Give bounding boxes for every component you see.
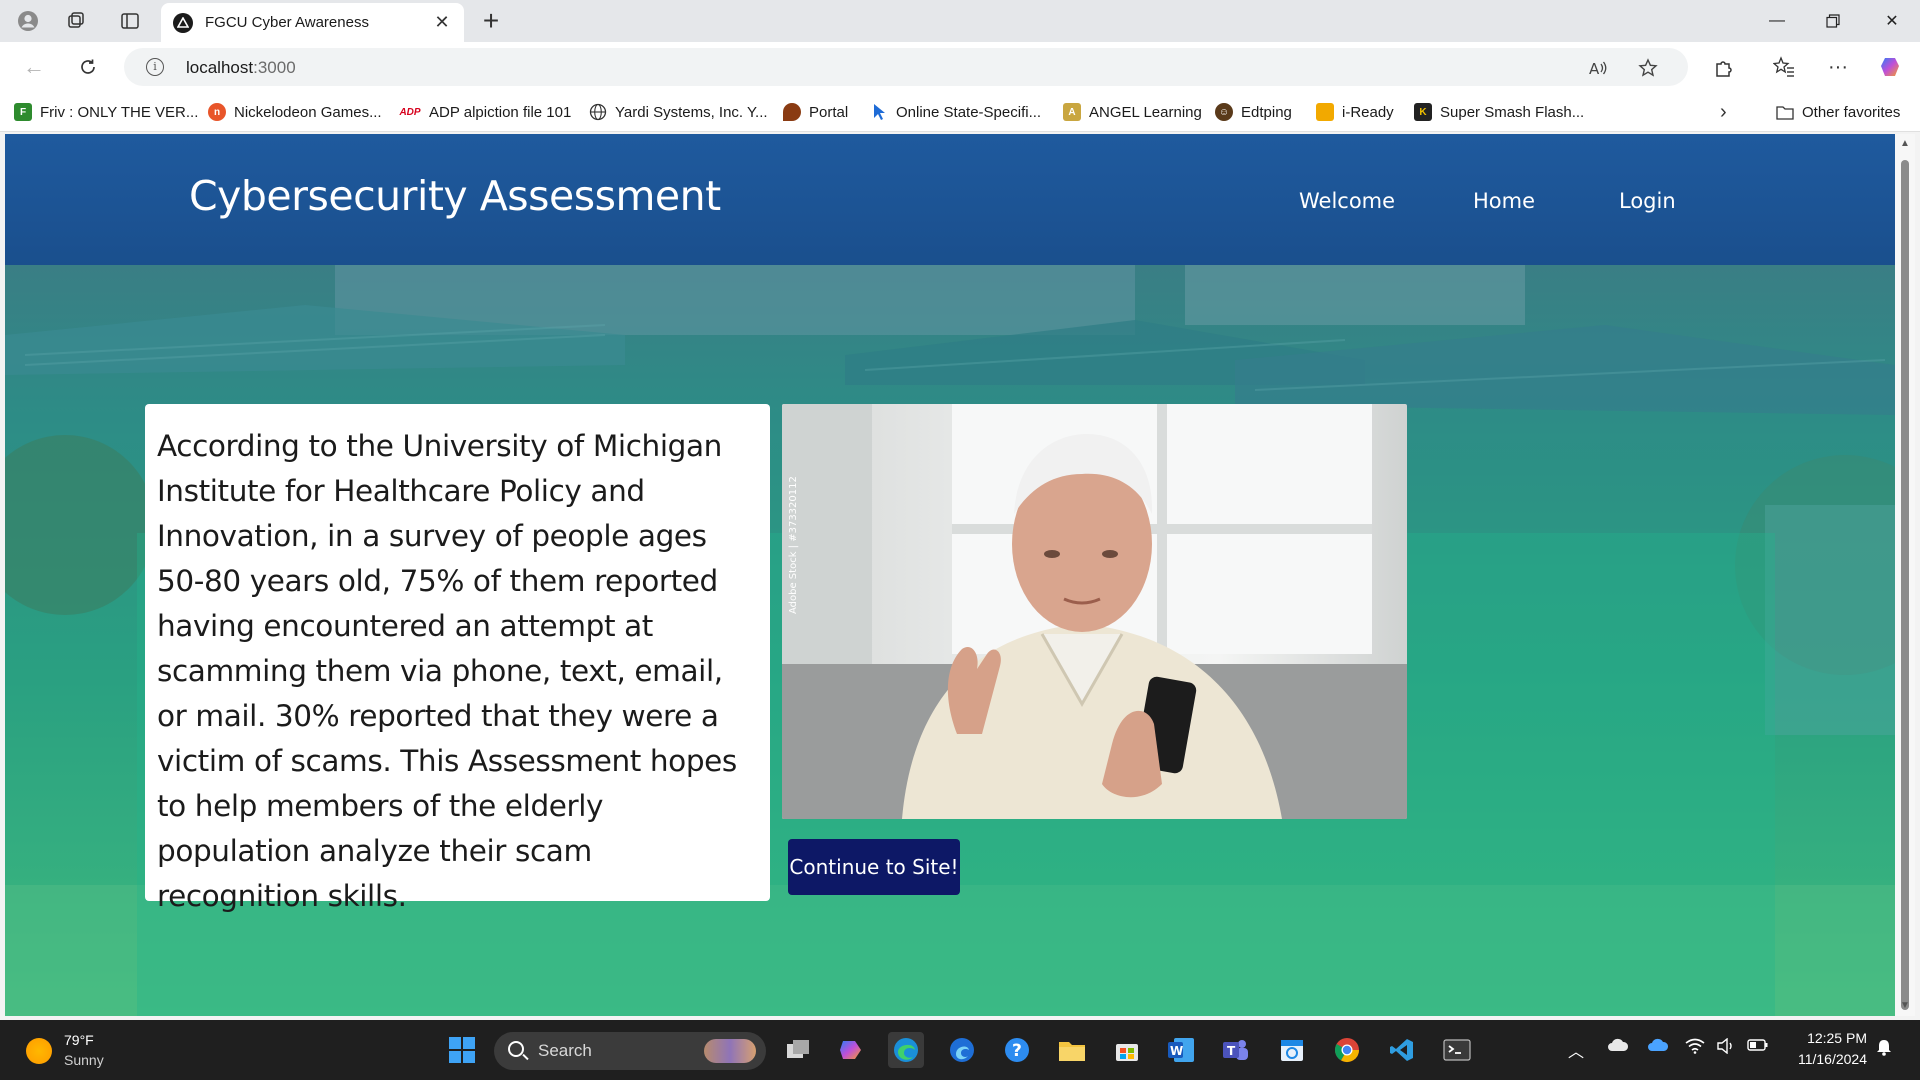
nickelodeon-icon: n xyxy=(208,103,226,121)
active-tab[interactable]: FGCU Cyber Awareness ✕ xyxy=(161,3,464,42)
scroll-down-icon[interactable]: ▼ xyxy=(1899,1000,1911,1012)
angel-icon: A xyxy=(1063,103,1081,121)
new-tab-button[interactable]: + xyxy=(476,5,506,36)
volume-icon[interactable] xyxy=(1716,1037,1736,1059)
bookmarks-overflow-chevron-icon[interactable]: › xyxy=(1720,101,1727,123)
page-scrollbar[interactable]: ▲ ▼ xyxy=(1895,134,1915,1016)
svg-text:W: W xyxy=(1170,1044,1183,1058)
vscode-taskbar-icon[interactable] xyxy=(1384,1032,1420,1068)
copilot-taskbar-icon[interactable] xyxy=(834,1032,870,1068)
site-header: Cybersecurity Assessment Welcome Home Lo… xyxy=(5,134,1895,265)
friv-icon: F xyxy=(14,103,32,121)
edtping-icon: ☺ xyxy=(1215,103,1233,121)
tab-strip: FGCU Cyber Awareness ✕ + — ✕ xyxy=(0,0,1920,42)
read-aloud-icon[interactable]: A xyxy=(1584,54,1612,82)
refresh-button[interactable] xyxy=(72,51,104,83)
adp-icon: ADP xyxy=(399,103,421,121)
weather-temperature[interactable]: 79°F xyxy=(64,1032,94,1048)
bookmark-portal[interactable]: Portal xyxy=(783,101,848,123)
bookmark-super-smash-flash[interactable]: K Super Smash Flash... xyxy=(1414,101,1584,123)
profile-icon[interactable] xyxy=(14,7,42,35)
close-window-button[interactable]: ✕ xyxy=(1864,0,1920,42)
wifi-icon[interactable] xyxy=(1685,1038,1705,1059)
vertical-tabs-icon[interactable] xyxy=(116,7,144,35)
more-options-icon[interactable]: ··· xyxy=(1822,51,1854,83)
url-text: localhost:3000 xyxy=(186,58,296,77)
calendar-taskbar-icon[interactable] xyxy=(1274,1032,1310,1068)
search-highlight-icon xyxy=(704,1039,756,1063)
cursor-icon xyxy=(870,103,888,121)
favorites-bar: F Friv : ONLY THE VER... n Nickelodeon Gam… xyxy=(0,92,1920,132)
edge-taskbar-icon[interactable] xyxy=(888,1032,924,1068)
bookmark-iready[interactable]: i-Ready xyxy=(1316,101,1394,123)
teams-taskbar-icon[interactable]: T xyxy=(1218,1032,1254,1068)
task-view-icon[interactable] xyxy=(780,1032,816,1068)
favorite-star-icon[interactable] xyxy=(1634,54,1662,82)
nav-welcome[interactable]: Welcome xyxy=(1299,189,1395,213)
continue-to-site-button[interactable]: Continue to Site! xyxy=(788,839,960,895)
favorites-icon[interactable] xyxy=(1768,51,1800,83)
workspaces-icon[interactable] xyxy=(62,7,90,35)
edge-beta-taskbar-icon[interactable] xyxy=(944,1032,980,1068)
windows-taskbar: 79°F Sunny Search ? W T ︿ 12:25 PM 11/16… xyxy=(0,1020,1920,1080)
back-button[interactable]: ← xyxy=(18,51,50,83)
weather-condition[interactable]: Sunny xyxy=(64,1052,104,1068)
bookmark-edtping[interactable]: ☺ Edtping xyxy=(1215,101,1292,123)
svg-text:A: A xyxy=(1589,60,1600,78)
globe-icon xyxy=(589,103,607,121)
notification-bell-icon[interactable] xyxy=(1876,1038,1892,1061)
bookmark-adp[interactable]: ADP ADP alpiction file 101 xyxy=(399,101,571,123)
clock-date[interactable]: 11/16/2024 xyxy=(1786,1051,1867,1067)
intro-card: According to the University of Michigan … xyxy=(145,404,770,913)
svg-text:?: ? xyxy=(1012,1041,1022,1061)
ssf-icon: K xyxy=(1414,103,1432,121)
other-favorites[interactable]: Other favorites xyxy=(1776,101,1900,123)
bookmark-nickelodeon[interactable]: n Nickelodeon Games... xyxy=(208,101,382,123)
iready-icon xyxy=(1316,103,1334,121)
battery-icon[interactable] xyxy=(1747,1038,1769,1057)
copilot-icon[interactable] xyxy=(1876,51,1908,83)
word-taskbar-icon[interactable]: W xyxy=(1163,1032,1199,1068)
bookmark-friv[interactable]: F Friv : ONLY THE VER... xyxy=(14,101,198,123)
onedrive-cloud-icon[interactable] xyxy=(1607,1038,1629,1057)
terminal-taskbar-icon[interactable] xyxy=(1439,1032,1475,1068)
photo-watermark: Adobe Stock | #373320112 xyxy=(788,476,799,614)
tab-title: FGCU Cyber Awareness xyxy=(205,14,369,31)
show-hidden-icons-chevron-icon[interactable]: ︿ xyxy=(1568,1038,1584,1062)
portal-icon xyxy=(783,103,801,121)
restore-button[interactable] xyxy=(1805,0,1861,42)
address-toolbar: ← i localhost:3000 A ··· xyxy=(0,42,1920,92)
taskbar-search[interactable]: Search xyxy=(494,1032,766,1070)
clock-time[interactable]: 12:25 PM xyxy=(1801,1030,1867,1046)
elderly-man-phone-photo: Adobe Stock | #373320112 xyxy=(782,404,1407,819)
microsoft-store-taskbar-icon[interactable] xyxy=(1109,1032,1145,1068)
taskbar-search-placeholder: Search xyxy=(538,1041,592,1060)
scroll-up-icon[interactable]: ▲ xyxy=(1899,138,1911,150)
help-taskbar-icon[interactable]: ? xyxy=(999,1032,1035,1068)
site-title: Cybersecurity Assessment xyxy=(189,172,721,220)
bookmark-online-state[interactable]: Online State-Specifi... xyxy=(870,101,1041,123)
minimize-button[interactable]: — xyxy=(1749,0,1805,42)
site-info-icon[interactable]: i xyxy=(146,58,164,76)
start-button-icon[interactable] xyxy=(444,1032,480,1068)
search-icon xyxy=(508,1041,524,1057)
address-bar[interactable]: i localhost:3000 A xyxy=(124,48,1688,86)
sun-icon[interactable] xyxy=(26,1038,52,1064)
bookmark-yardi[interactable]: Yardi Systems, Inc. Y... xyxy=(589,101,768,123)
vpn-cloud-icon[interactable] xyxy=(1647,1038,1669,1059)
nav-login[interactable]: Login xyxy=(1619,189,1676,213)
site-favicon-icon xyxy=(173,13,193,33)
nav-home[interactable]: Home xyxy=(1473,189,1535,213)
close-tab-icon[interactable]: ✕ xyxy=(430,10,454,34)
bookmark-angel[interactable]: A ANGEL Learning xyxy=(1063,101,1202,123)
page-viewport: Cybersecurity Assessment Welcome Home Lo… xyxy=(5,134,1895,1016)
scrollbar-thumb[interactable] xyxy=(1901,160,1909,1010)
extensions-icon[interactable] xyxy=(1708,51,1740,83)
folder-icon xyxy=(1776,103,1794,121)
file-explorer-taskbar-icon[interactable] xyxy=(1054,1032,1090,1068)
chrome-taskbar-icon[interactable] xyxy=(1329,1032,1365,1068)
intro-text: According to the University of Michigan … xyxy=(157,429,737,913)
svg-text:T: T xyxy=(1227,1044,1236,1058)
